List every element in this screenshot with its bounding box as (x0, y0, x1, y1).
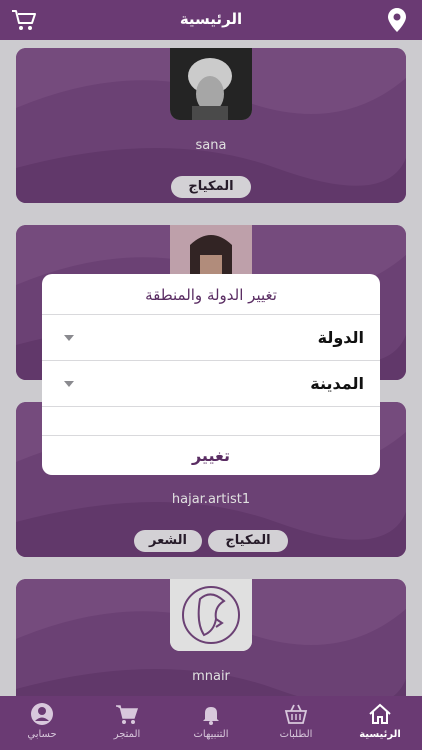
tab-home[interactable]: الرئيسية (338, 696, 422, 750)
tab-label: التنبيهات (193, 729, 229, 740)
bottom-tab-bar: الرئيسية الطلبات التنبيهات المتجر حسابي (0, 696, 422, 750)
cart-icon (116, 705, 139, 724)
home-icon (369, 703, 391, 724)
country-select[interactable]: الدولة (42, 316, 380, 360)
bell-icon (203, 707, 219, 725)
user-icon (31, 703, 53, 725)
location-pin-icon[interactable] (386, 6, 408, 34)
change-button[interactable]: تغيير (42, 446, 380, 465)
divider (42, 360, 380, 361)
top-bar: الرئيسية (0, 0, 422, 40)
city-select[interactable]: المدينة (42, 362, 380, 406)
change-region-dialog: تغيير الدولة والمنطقة الدولة المدينة تغي… (42, 274, 380, 475)
country-label: الدولة (317, 328, 364, 347)
tab-label: الطلبات (279, 729, 313, 740)
tab-label: المتجر (113, 729, 141, 740)
chevron-down-icon (64, 381, 74, 387)
tab-label: حسابي (27, 729, 57, 740)
divider (42, 435, 380, 436)
city-label: المدينة (310, 374, 364, 393)
tab-orders[interactable]: الطلبات (254, 696, 338, 750)
chevron-down-icon (64, 335, 74, 341)
dialog-title: تغيير الدولة والمنطقة (145, 286, 277, 304)
tab-account[interactable]: حسابي (0, 696, 84, 750)
basket-icon (284, 704, 308, 724)
page-title: الرئيسية (179, 10, 243, 28)
divider (42, 406, 380, 407)
divider (42, 314, 380, 315)
tab-label: الرئيسية (359, 729, 401, 740)
tab-store[interactable]: المتجر (85, 696, 169, 750)
home-screen: الرئيسية sana المكياج hajar.artist1 المك… (0, 0, 422, 750)
tab-notifications[interactable]: التنبيهات (169, 696, 253, 750)
